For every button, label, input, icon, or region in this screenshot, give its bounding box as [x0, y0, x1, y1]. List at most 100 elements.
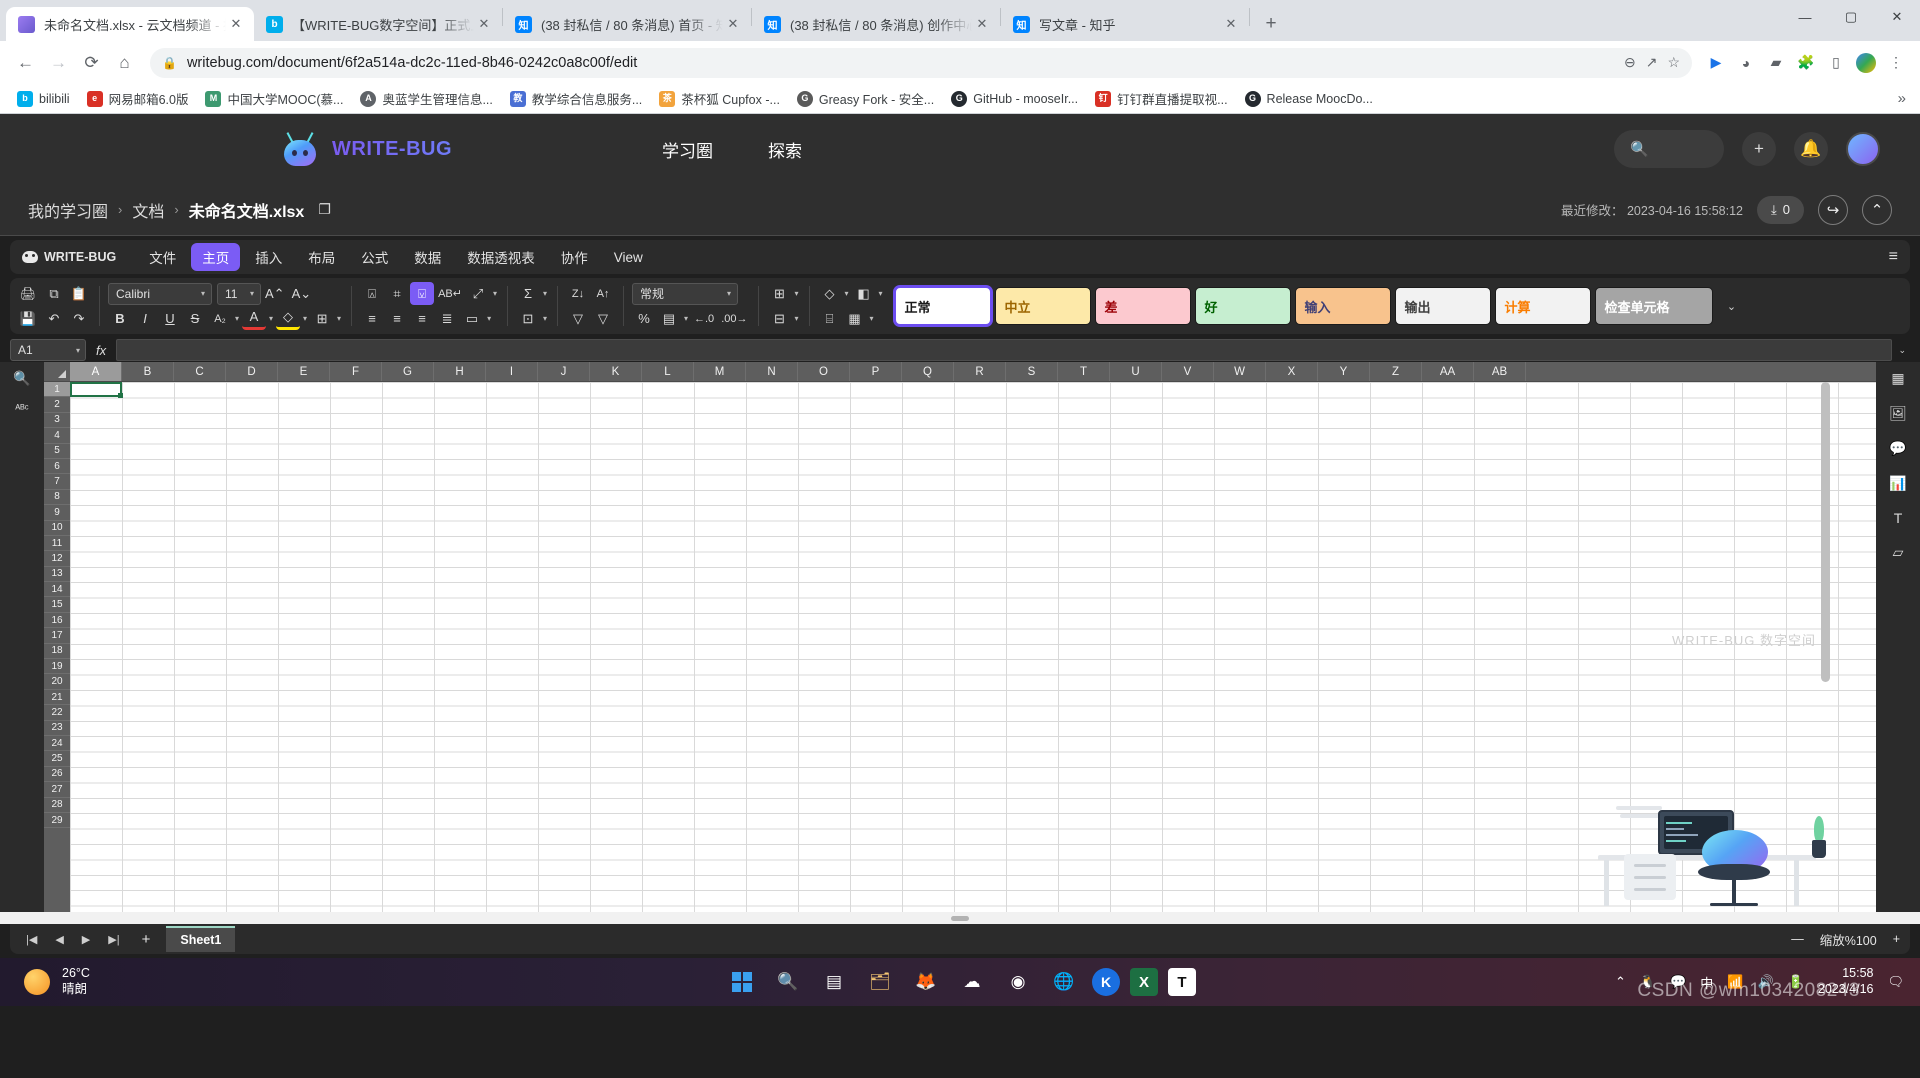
clock[interactable]: 15:58 2023/4/16: [1818, 966, 1874, 997]
browser-tab[interactable]: 知 写文章 - 知乎 ✕: [1001, 7, 1249, 41]
site-logo[interactable]: WRITE-BUG: [280, 132, 452, 166]
kugou-icon[interactable]: K: [1092, 968, 1120, 996]
column-header-U[interactable]: U: [1110, 362, 1162, 381]
row-header-8[interactable]: 8: [44, 490, 70, 506]
increase-decimal-icon[interactable]: .00→: [718, 307, 750, 330]
browser-menu-icon[interactable]: ⋮: [1882, 49, 1910, 77]
qq-icon[interactable]: 🐧: [1640, 974, 1656, 990]
chevron-down-icon[interactable]: ▾: [267, 314, 275, 323]
row-header-22[interactable]: 22: [44, 705, 70, 721]
align-center-icon[interactable]: ≡: [385, 307, 409, 330]
bookmark-item[interactable]: G Greasy Fork - 安全...: [790, 86, 941, 111]
chevron-down-icon[interactable]: ▾: [491, 289, 499, 298]
cell-style-check-cell[interactable]: 检查单元格: [1594, 287, 1713, 325]
menu-pivot-table[interactable]: 数据透视表: [456, 243, 546, 271]
sort-ascending-icon[interactable]: Z↓: [566, 282, 590, 305]
widgets-icon[interactable]: ☁: [954, 964, 990, 1000]
volume-icon[interactable]: 🔊: [1758, 974, 1774, 990]
column-header-S[interactable]: S: [1006, 362, 1058, 381]
cell-style-normal[interactable]: 正常: [892, 285, 993, 327]
select-all-corner[interactable]: [44, 362, 70, 381]
borders-icon[interactable]: ⊞: [310, 307, 334, 330]
column-header-F[interactable]: F: [330, 362, 382, 381]
column-header-D[interactable]: D: [226, 362, 278, 381]
chevron-down-icon[interactable]: ▾: [877, 289, 885, 298]
row-header-16[interactable]: 16: [44, 613, 70, 629]
table-icon[interactable]: ▦: [1891, 370, 1904, 387]
menu-home[interactable]: 主页: [191, 243, 241, 271]
address-bar[interactable]: 🔒 writebug.com/document/6f2a514a-dc2c-11…: [150, 47, 1692, 78]
wrap-text-icon[interactable]: AB↵: [435, 282, 465, 305]
column-header-AB[interactable]: AB: [1474, 362, 1526, 381]
justify-icon[interactable]: ≣: [435, 307, 459, 330]
align-top-icon[interactable]: ⍓: [360, 282, 384, 305]
row-header-11[interactable]: 11: [44, 536, 70, 552]
sort-descending-icon[interactable]: A↑: [591, 282, 615, 305]
chevron-down-icon[interactable]: ▾: [233, 314, 241, 323]
browser-tab[interactable]: 知 (38 封私信 / 80 条消息) 首页 - 知 ✕: [503, 7, 751, 41]
collapse-button[interactable]: ⌃: [1862, 194, 1892, 225]
number-format-select[interactable]: 常规 ▾: [631, 282, 738, 305]
column-header-V[interactable]: V: [1162, 362, 1214, 381]
column-header-Q[interactable]: Q: [902, 362, 954, 381]
hamburger-icon[interactable]: ≡: [1889, 248, 1898, 266]
add-sheet-button[interactable]: +: [132, 931, 161, 948]
bookmark-item[interactable]: A 奥蓝学生管理信息...: [353, 86, 499, 111]
undo-icon[interactable]: ↶: [42, 307, 66, 330]
new-tab-button[interactable]: +: [1256, 9, 1286, 39]
menu-layout[interactable]: 布局: [297, 243, 346, 271]
table-style-icon[interactable]: ▦: [843, 307, 867, 330]
menu-file[interactable]: 文件: [138, 243, 187, 271]
font-size-select[interactable]: 11 ▾: [217, 282, 261, 305]
row-header-1[interactable]: 1: [44, 382, 70, 398]
menu-formula[interactable]: 公式: [350, 243, 399, 271]
file-explorer-icon[interactable]: 🗂: [862, 964, 898, 1000]
column-header-P[interactable]: P: [850, 362, 902, 381]
formula-input[interactable]: [116, 339, 1893, 361]
delete-cells-icon[interactable]: ⊟: [767, 307, 791, 330]
zoom-out-button[interactable]: —: [1791, 932, 1804, 946]
column-header-AA[interactable]: AA: [1422, 362, 1474, 381]
row-header-12[interactable]: 12: [44, 551, 70, 567]
cell-style-good[interactable]: 好: [1194, 287, 1291, 325]
column-header-Y[interactable]: Y: [1318, 362, 1370, 381]
underline-icon[interactable]: U: [158, 307, 182, 330]
last-sheet-icon[interactable]: ▶|: [102, 933, 125, 946]
strikethrough-icon[interactable]: S: [183, 307, 207, 330]
menu-insert[interactable]: 插入: [244, 243, 293, 271]
ime-indicator[interactable]: 中: [1700, 973, 1713, 992]
wifi-icon[interactable]: 📶: [1727, 974, 1743, 990]
bookmark-item[interactable]: M 中国大学MOOC(慕...: [198, 86, 350, 111]
add-button[interactable]: +: [1742, 132, 1776, 166]
row-header-15[interactable]: 15: [44, 597, 70, 613]
download-button[interactable]: ⤓ 0: [1757, 195, 1804, 224]
home-icon[interactable]: ⌂: [109, 47, 140, 78]
bookmark-item[interactable]: G GitHub - mooseIr...: [944, 88, 1085, 110]
column-header-T[interactable]: T: [1058, 362, 1110, 381]
battery-icon[interactable]: 🔋: [1788, 974, 1804, 990]
paste-icon[interactable]: 📋: [67, 282, 91, 305]
clear-filter-icon[interactable]: ▽: [591, 307, 615, 330]
bookmark-item[interactable]: 茶茶杯狐 Cupfox -...: [652, 86, 787, 111]
align-right-icon[interactable]: ≡: [410, 307, 434, 330]
search-input[interactable]: 🔍: [1614, 130, 1724, 168]
user-avatar[interactable]: [1846, 132, 1880, 166]
cell-format-icon[interactable]: ◧: [852, 282, 876, 305]
wechat-icon[interactable]: 💬: [1670, 974, 1686, 990]
chevron-down-icon[interactable]: ▾: [335, 314, 343, 323]
redo-icon[interactable]: ↷: [67, 307, 91, 330]
row-header-5[interactable]: 5: [44, 444, 70, 459]
column-header-O[interactable]: O: [798, 362, 850, 381]
row-header-24[interactable]: 24: [44, 736, 70, 752]
horizontal-scrollbar[interactable]: [951, 915, 969, 921]
nav-item-study-circle[interactable]: 学习圈: [662, 137, 713, 162]
row-header-2[interactable]: 2: [44, 397, 70, 413]
column-header-E[interactable]: E: [278, 362, 330, 381]
tim-icon[interactable]: T: [1168, 968, 1196, 996]
tab-close-icon[interactable]: ✕: [972, 14, 992, 34]
chevron-down-icon[interactable]: ▾: [868, 314, 876, 323]
spreadsheet-grid[interactable]: A B C D E F G H I J K L M N O P Q R S T: [44, 362, 1876, 912]
next-sheet-icon[interactable]: ▶: [76, 933, 96, 946]
row-header-19[interactable]: 19: [44, 659, 70, 675]
tab-close-icon[interactable]: ✕: [474, 14, 494, 34]
